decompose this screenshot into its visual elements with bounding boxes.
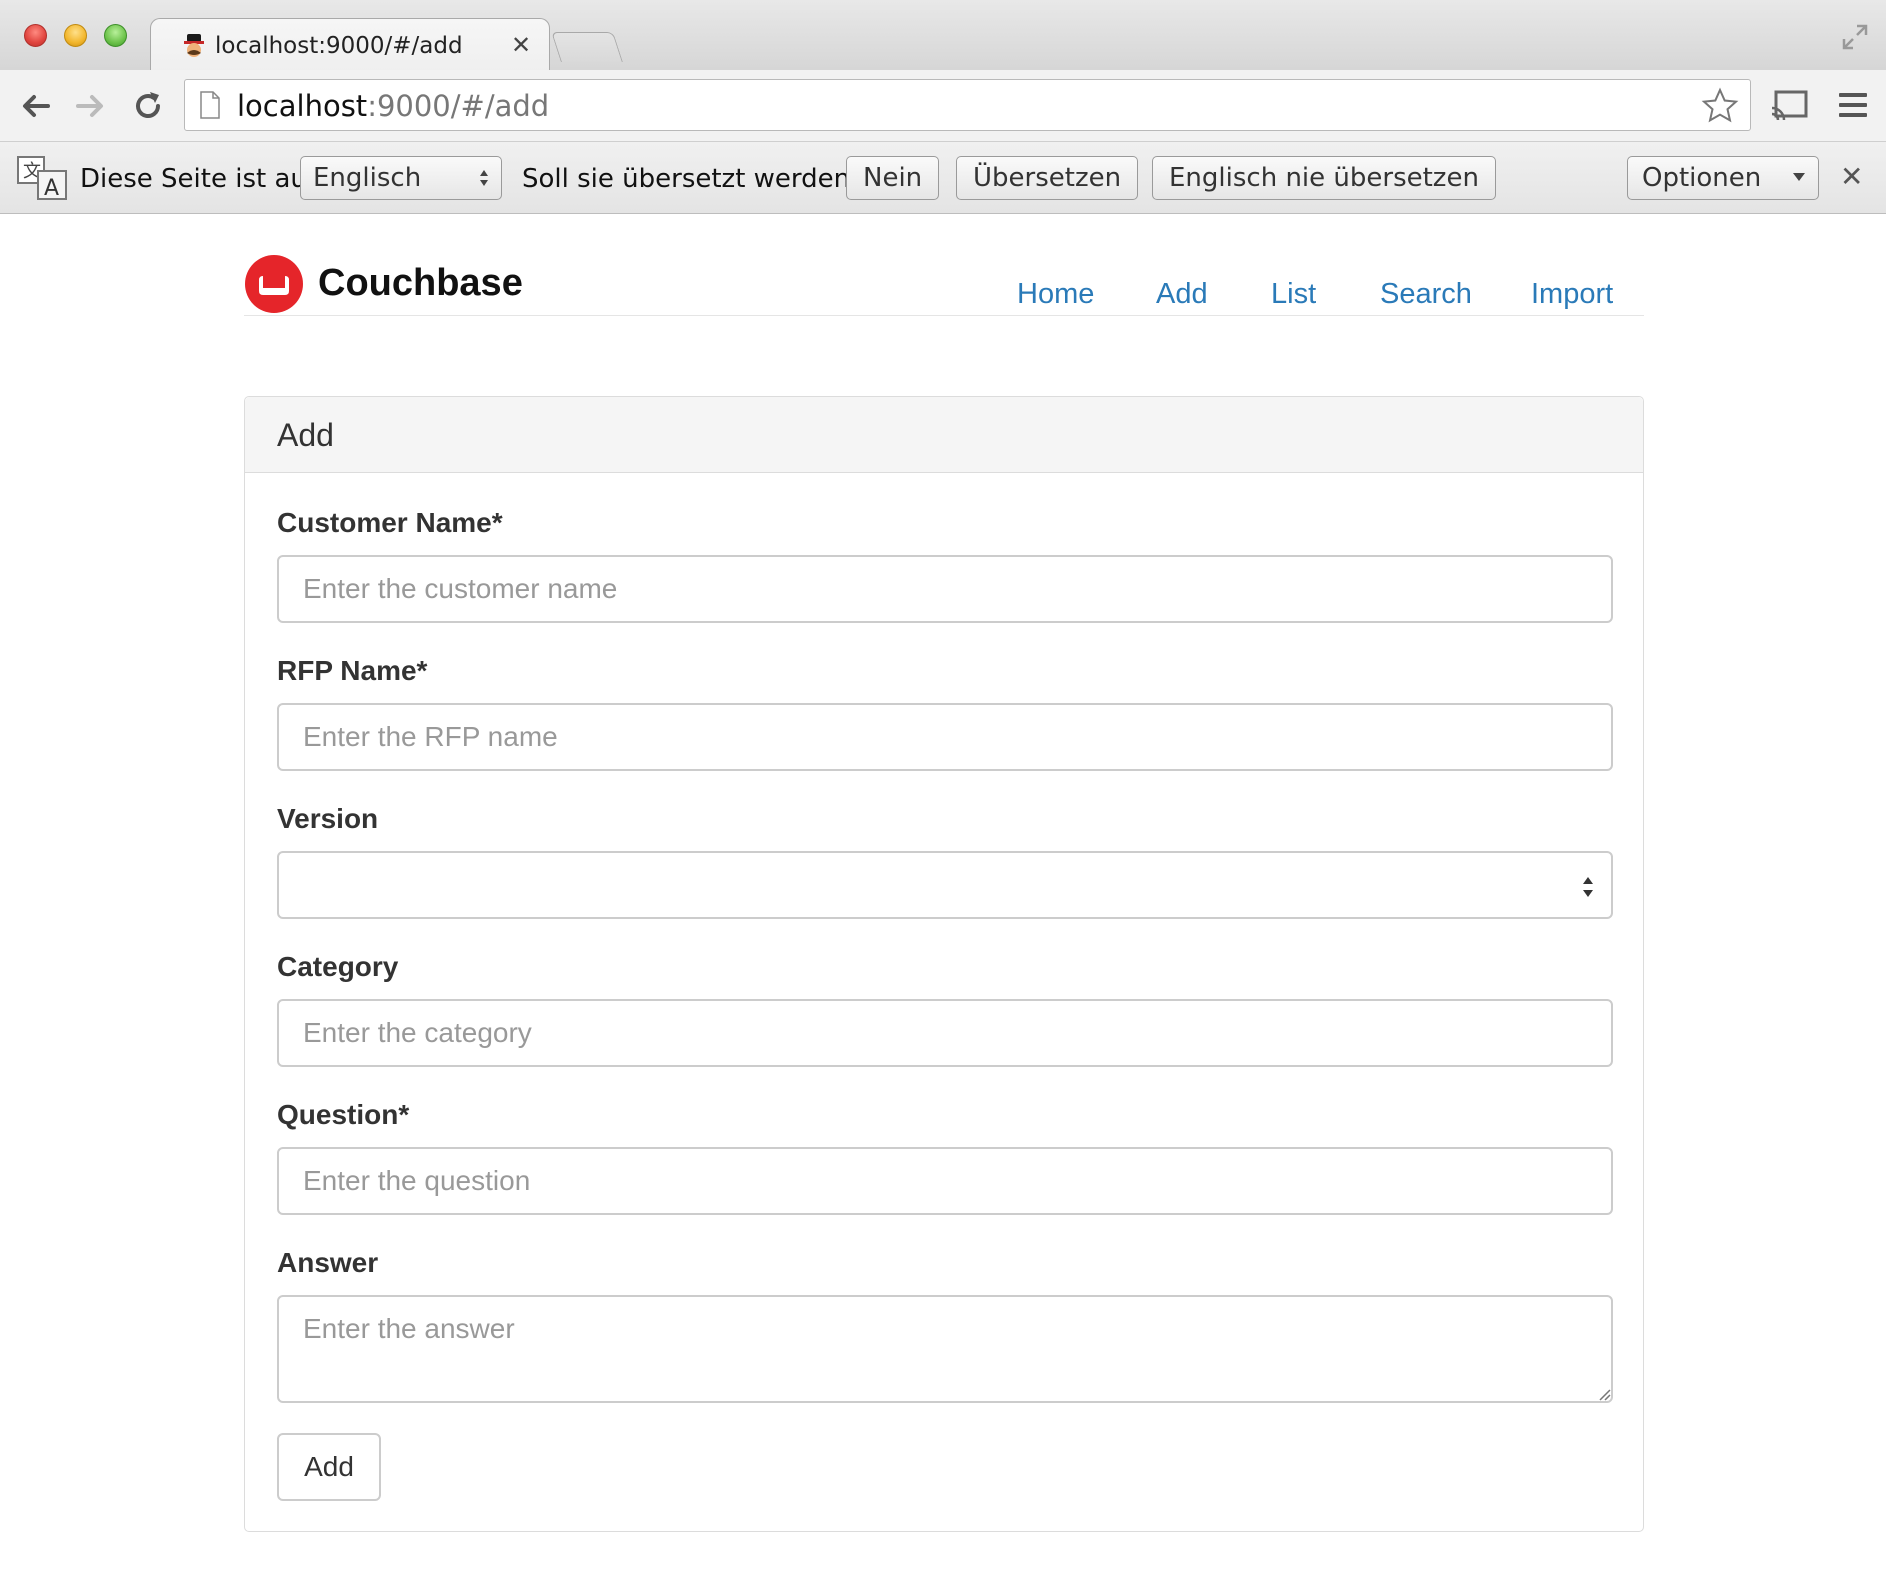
close-window-button[interactable] bbox=[24, 24, 47, 47]
site-navbar: Couchbase Home Add List Search Import bbox=[244, 246, 1644, 316]
answer-wrapper bbox=[245, 1295, 1645, 1405]
tab-title: localhost:9000/#/add bbox=[215, 33, 463, 59]
brand-name[interactable]: Couchbase bbox=[318, 262, 523, 305]
minimize-window-button[interactable] bbox=[64, 24, 87, 47]
page-icon bbox=[200, 91, 220, 119]
version-select[interactable] bbox=[277, 851, 1613, 919]
nav-import[interactable]: Import bbox=[1531, 278, 1613, 311]
translate-infobar: 文 A Diese Seite ist auf Englisch Soll si… bbox=[0, 142, 1886, 214]
customer-name-label: Customer Name* bbox=[277, 507, 503, 538]
forward-icon[interactable] bbox=[70, 86, 110, 126]
category-label: Category bbox=[277, 951, 399, 982]
address-bar[interactable]: localhost:9000/#/add bbox=[184, 79, 1751, 131]
tab-close-icon[interactable]: ✕ bbox=[511, 31, 531, 59]
no-translate-button[interactable]: Nein bbox=[846, 156, 940, 200]
browser-tab[interactable]: localhost:9000/#/add ✕ bbox=[150, 18, 550, 72]
couchbase-logo-icon[interactable] bbox=[244, 254, 304, 314]
panel-heading: Add bbox=[245, 397, 1643, 473]
back-icon[interactable] bbox=[16, 86, 56, 126]
translate-prefix: Diese Seite ist auf bbox=[80, 164, 317, 194]
version-label: Version bbox=[277, 803, 379, 834]
url-text: localhost:9000/#/add bbox=[237, 89, 550, 123]
chevron-down-icon bbox=[1793, 173, 1805, 181]
resize-handle-icon[interactable] bbox=[1595, 1385, 1611, 1401]
translate-question: Soll sie übersetzt werden? bbox=[522, 164, 864, 194]
nav-add[interactable]: Add bbox=[1156, 278, 1208, 311]
new-tab-button[interactable] bbox=[551, 32, 623, 62]
panel-title: Add bbox=[277, 417, 334, 453]
select-arrows-icon bbox=[480, 170, 488, 186]
add-submit-button[interactable]: Add bbox=[277, 1433, 381, 1501]
menu-icon[interactable] bbox=[1838, 90, 1868, 120]
bookmark-star-icon[interactable] bbox=[1700, 86, 1740, 126]
language-select[interactable]: Englisch bbox=[300, 156, 502, 200]
rfp-name-label: RFP Name* bbox=[277, 655, 428, 686]
options-dropdown[interactable]: Optionen bbox=[1627, 156, 1819, 200]
zoom-window-button[interactable] bbox=[104, 24, 127, 47]
translate-icon: 文 A bbox=[17, 156, 67, 201]
translate-button[interactable]: Übersetzen bbox=[956, 156, 1139, 200]
rfp-name-input[interactable] bbox=[277, 703, 1613, 771]
question-label: Question* bbox=[277, 1099, 410, 1130]
customer-name-input[interactable] bbox=[277, 555, 1613, 623]
question-input[interactable] bbox=[277, 1147, 1613, 1215]
answer-textarea[interactable] bbox=[277, 1295, 1613, 1403]
never-translate-button[interactable]: Englisch nie übersetzen bbox=[1152, 156, 1496, 200]
reload-icon[interactable] bbox=[128, 86, 168, 126]
add-panel: Add Customer Name* RFP Name* Version Cat… bbox=[244, 396, 1644, 1532]
close-infobar-icon[interactable]: ✕ bbox=[1840, 160, 1863, 193]
category-input[interactable] bbox=[277, 999, 1613, 1067]
nav-search[interactable]: Search bbox=[1380, 278, 1472, 311]
svg-text:A: A bbox=[44, 176, 59, 201]
nav-list[interactable]: List bbox=[1271, 278, 1316, 311]
browser-toolbar: localhost:9000/#/add bbox=[0, 70, 1886, 142]
favicon-icon bbox=[184, 34, 204, 57]
answer-label: Answer bbox=[277, 1247, 379, 1278]
nav-home[interactable]: Home bbox=[1017, 278, 1094, 311]
select-arrows-icon bbox=[1583, 877, 1593, 897]
fullscreen-icon[interactable] bbox=[1840, 22, 1870, 52]
browser-titlebar: localhost:9000/#/add ✕ bbox=[0, 0, 1886, 72]
cast-icon[interactable] bbox=[1770, 88, 1810, 124]
